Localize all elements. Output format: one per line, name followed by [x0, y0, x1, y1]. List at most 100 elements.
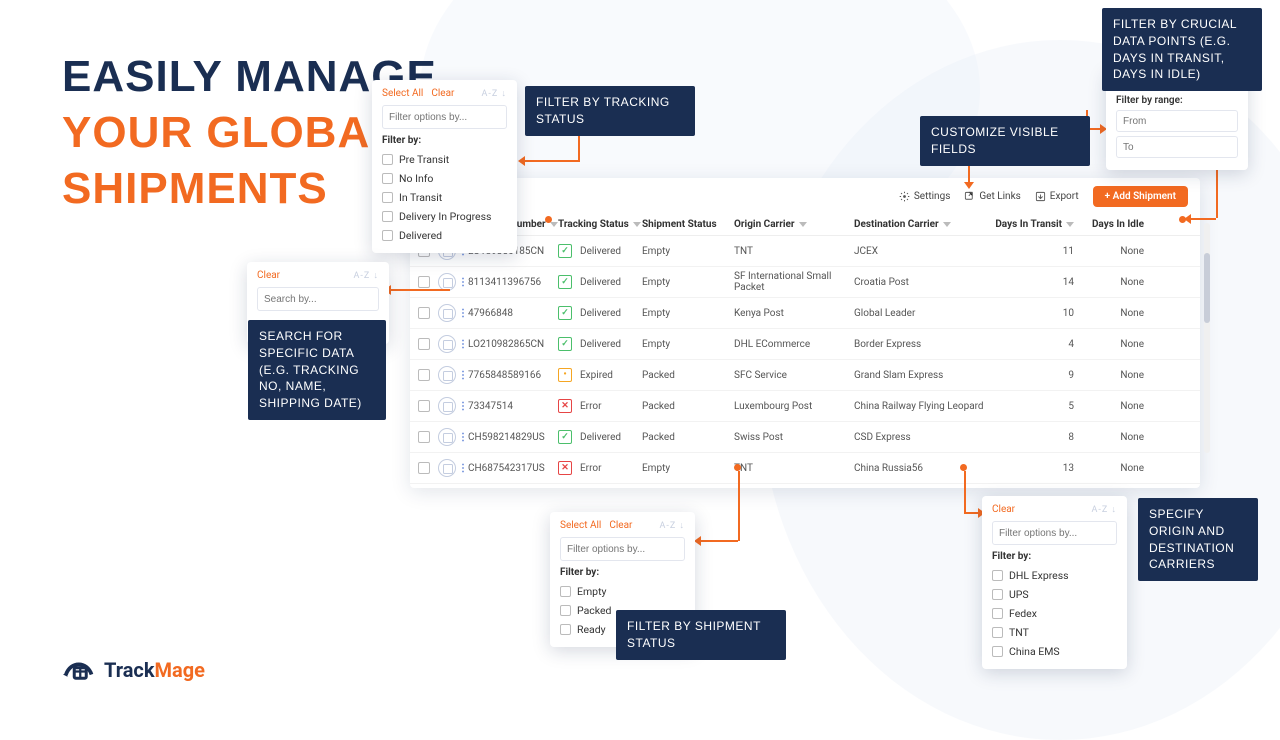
row-checkbox[interactable]	[418, 369, 430, 381]
table-row[interactable]: ⋮CH687542317USErrorEmptyTNTChina Russia5…	[410, 453, 1200, 484]
days-in-idle: None	[1074, 246, 1144, 257]
row-menu-icon[interactable]: ⋮	[458, 339, 467, 350]
origin-carrier: Swiss Post	[734, 432, 854, 443]
shipment-status: Packed	[642, 401, 734, 412]
row-menu-icon[interactable]: ⋮	[458, 463, 467, 474]
scrollbar-thumb[interactable]	[1204, 253, 1210, 323]
destination-carrier: Croatia Post	[854, 277, 988, 288]
origin-carrier: TNT	[734, 246, 854, 257]
add-shipment-button[interactable]: + Add Shipment	[1093, 186, 1188, 207]
select-all-link[interactable]: Select All	[382, 88, 423, 99]
filter-option[interactable]: Delivered	[382, 226, 507, 245]
clear-link[interactable]: Clear	[992, 504, 1015, 515]
filter-option[interactable]: UPS	[992, 585, 1117, 604]
destination-carrier: JCEX	[854, 246, 988, 257]
clear-link[interactable]: Clear	[609, 520, 632, 531]
carrier-popover: Clear A-Z ↓ Filter by: DHL ExpressUPSFede…	[982, 496, 1127, 669]
tracking-number: 47966848	[468, 308, 558, 319]
search-input[interactable]	[264, 294, 396, 305]
filter-option[interactable]: Delivery In Progress	[382, 207, 507, 226]
sort-az[interactable]: A-Z ↓	[354, 270, 379, 281]
filter-option[interactable]: TNT	[992, 623, 1117, 642]
sort-az[interactable]: A-Z ↓	[1092, 504, 1117, 515]
filter-option[interactable]: No Info	[382, 169, 507, 188]
checkbox-icon	[560, 586, 571, 597]
filter-option[interactable]: In Transit	[382, 188, 507, 207]
row-checkbox[interactable]	[418, 462, 430, 474]
origin-carrier: SF International Small Packet	[734, 271, 854, 293]
filter-option[interactable]: China EMS	[992, 642, 1117, 661]
shipment-status: Empty	[642, 308, 734, 319]
filter-by-label: Filter by:	[992, 551, 1117, 562]
to-input[interactable]	[1123, 142, 1231, 153]
table-row[interactable]: ⋮CH598214829USDeliveredPackedSwiss PostC…	[410, 422, 1200, 453]
sort-az[interactable]: A-Z ↓	[660, 520, 685, 531]
clear-link[interactable]: Clear	[431, 88, 454, 99]
sort-az[interactable]: A-Z ↓	[482, 88, 507, 99]
col-destination-carrier[interactable]: Destination Carrier	[854, 219, 988, 230]
checkbox-icon	[382, 154, 393, 165]
tracking-status: Error	[558, 399, 642, 413]
search-input-wrap	[257, 287, 379, 311]
brand-name: TrackMage	[104, 658, 205, 682]
clear-link[interactable]: Clear	[257, 270, 280, 281]
filter-by-range-label: Filter by range:	[1116, 95, 1238, 106]
package-icon	[438, 459, 456, 477]
table-row[interactable]: ⋮7765848589166ExpiredPackedSFC ServiceGr…	[410, 360, 1200, 391]
shipment-status: Empty	[642, 246, 734, 257]
table-row[interactable]: ⋮8113411396756DeliveredEmptySF Internati…	[410, 267, 1200, 298]
row-menu-icon[interactable]: ⋮	[458, 308, 467, 319]
package-icon	[438, 428, 456, 446]
filter-input-wrap	[382, 105, 507, 129]
filter-option[interactable]: Fedex	[992, 604, 1117, 623]
row-menu-icon[interactable]: ⋮	[458, 370, 467, 381]
tracking-status: Delivered	[558, 244, 642, 258]
col-origin-carrier[interactable]: Origin Carrier	[734, 219, 854, 230]
trackmage-logo-icon	[60, 652, 96, 688]
row-checkbox[interactable]	[418, 338, 430, 350]
col-days-in-transit[interactable]: Days In Transit	[988, 219, 1074, 230]
scrollbar[interactable]	[1204, 223, 1210, 453]
row-menu-icon[interactable]: ⋮	[458, 401, 467, 412]
filter-by-label: Filter by:	[382, 135, 507, 146]
days-in-transit: 8	[988, 432, 1074, 443]
days-in-transit: 14	[988, 277, 1074, 288]
row-checkbox[interactable]	[418, 276, 430, 288]
to-input-wrap	[1116, 136, 1238, 158]
table-row[interactable]: ⋮73347514ErrorPackedLuxembourg PostChina…	[410, 391, 1200, 422]
row-checkbox[interactable]	[418, 307, 430, 319]
row-checkbox[interactable]	[418, 400, 430, 412]
filter-option[interactable]: DHL Express	[992, 566, 1117, 585]
tracking-number: 7765848589166	[468, 370, 558, 381]
row-menu-icon[interactable]: ⋮	[458, 277, 467, 288]
export-button[interactable]: Export	[1035, 191, 1079, 202]
col-shipment-status[interactable]: Shipment Status	[642, 219, 734, 230]
table-row[interactable]: ⋮LO189356185CNDeliveredEmptyTNTJCEX11Non…	[410, 236, 1200, 267]
status-badge-icon	[558, 275, 572, 289]
col-days-in-idle[interactable]: Days In Idle	[1074, 219, 1144, 230]
checkbox-icon	[560, 605, 571, 616]
get-links-button[interactable]: Get Links	[964, 191, 1020, 202]
checkbox-icon	[992, 627, 1003, 638]
settings-button[interactable]: Settings	[899, 191, 951, 202]
shipment-status: Empty	[642, 463, 734, 474]
chevron-down-icon	[1066, 222, 1074, 227]
filter-option[interactable]: Empty	[560, 582, 685, 601]
col-tracking-status[interactable]: Tracking Status	[558, 219, 642, 230]
tracking-status: Delivered	[558, 430, 642, 444]
filter-input[interactable]	[389, 112, 521, 123]
from-input[interactable]	[1123, 116, 1231, 127]
row-menu-icon[interactable]: ⋮	[458, 432, 467, 443]
filter-input[interactable]	[999, 528, 1131, 539]
select-all-link[interactable]: Select All	[560, 520, 601, 531]
tracking-status: Delivered	[558, 275, 642, 289]
origin-carrier: Luxembourg Post	[734, 401, 854, 412]
table-row[interactable]: ⋮47966848DeliveredEmptyKenya PostGlobal …	[410, 298, 1200, 329]
row-checkbox[interactable]	[418, 431, 430, 443]
table-row[interactable]: ⋮LO210982865CNDeliveredEmptyDHL ECommerc…	[410, 329, 1200, 360]
shipments-table: Settings Get Links Export + Add Shipment…	[410, 178, 1200, 488]
shipment-status: Empty	[642, 339, 734, 350]
package-icon	[438, 397, 456, 415]
filter-input[interactable]	[567, 544, 699, 555]
filter-option[interactable]: Pre Transit	[382, 150, 507, 169]
